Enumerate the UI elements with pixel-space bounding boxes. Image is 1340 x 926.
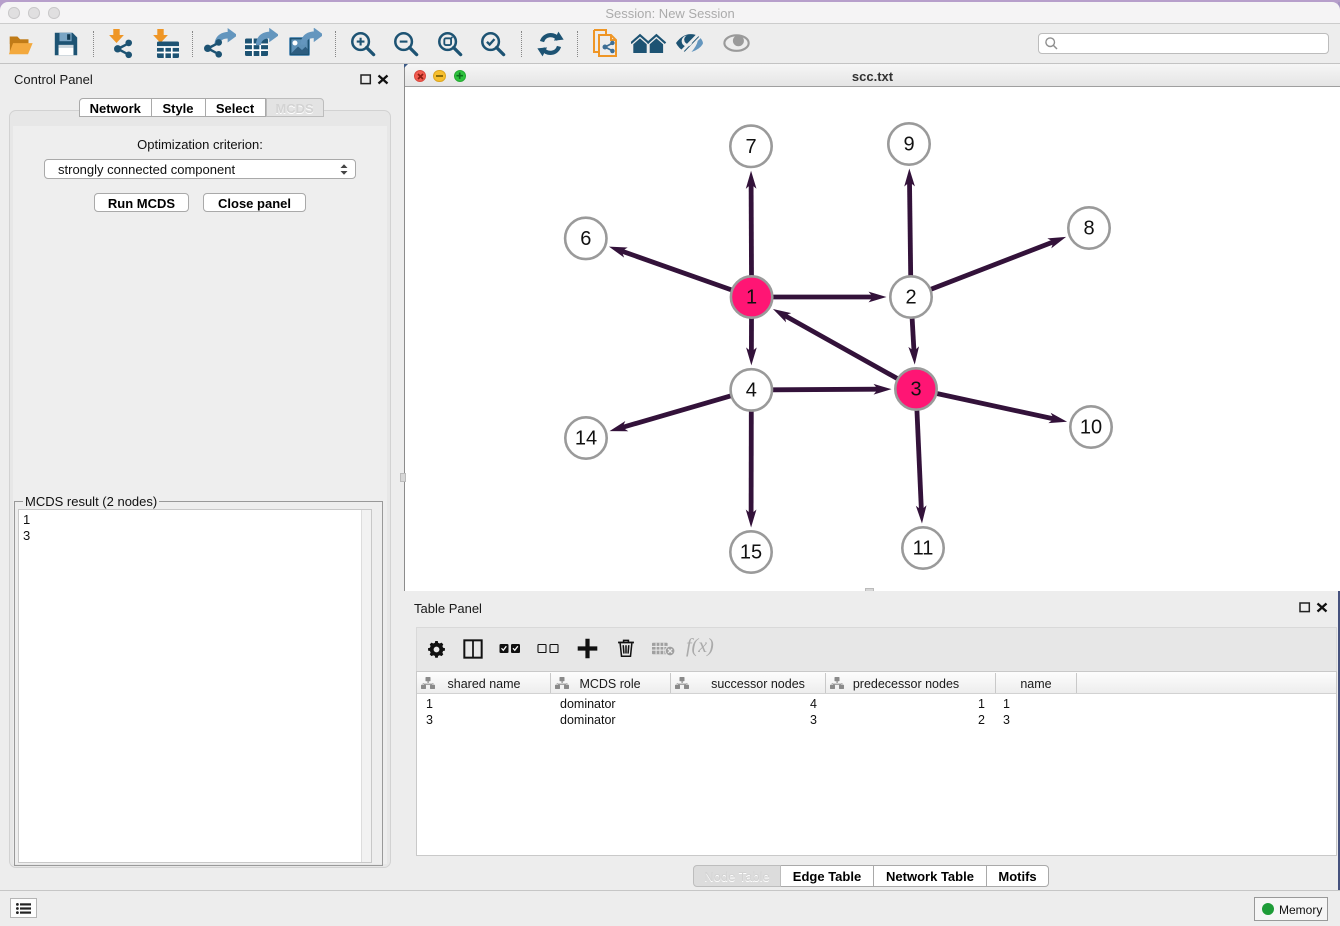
svg-text:10: 10 <box>1080 417 1102 439</box>
svg-text:8: 8 <box>1083 218 1094 240</box>
svg-text:9: 9 <box>903 134 914 156</box>
svg-text:4: 4 <box>746 379 757 401</box>
svg-text:1: 1 <box>746 287 757 309</box>
svg-text:6: 6 <box>580 228 591 250</box>
svg-text:7: 7 <box>745 136 756 158</box>
svg-text:11: 11 <box>913 538 934 560</box>
svg-text:14: 14 <box>575 428 597 450</box>
svg-text:2: 2 <box>905 287 916 309</box>
svg-text:3: 3 <box>910 379 921 401</box>
svg-text:15: 15 <box>740 542 762 564</box>
